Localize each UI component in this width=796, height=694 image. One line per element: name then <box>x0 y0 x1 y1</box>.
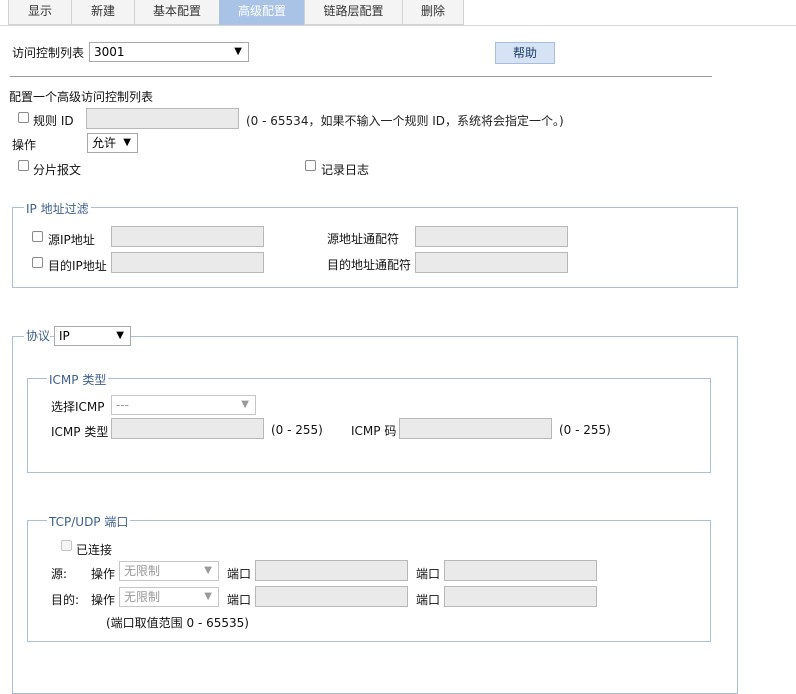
icmp-select-value: --- <box>116 398 129 412</box>
dst-ip-checkbox[interactable] <box>32 257 43 268</box>
icmp-select-label: 选择ICMP <box>51 400 105 414</box>
tab-advanced-config[interactable]: 高级配置 <box>219 0 305 25</box>
src-op-label: 操作 <box>91 567 116 581</box>
acl-select-value: 3001 <box>94 45 125 59</box>
tab-basic-config[interactable]: 基本配置 <box>134 0 220 25</box>
src-ip-checkbox[interactable] <box>32 231 43 242</box>
operation-select[interactable]: 允许 ▼ <box>87 133 138 153</box>
ip-filter-legend: IP 地址过滤 <box>24 200 91 217</box>
tcpudp-legend: TCP/UDP 端口 <box>47 513 131 530</box>
log-label: 记录日志 <box>321 163 370 177</box>
icmp-code-input[interactable] <box>399 418 552 439</box>
icmp-code-label: ICMP 码 <box>351 424 397 438</box>
dst-port1-input[interactable] <box>255 586 408 607</box>
triangle-down-icon: ▼ <box>123 137 131 148</box>
triangle-down-icon: ▼ <box>204 591 212 602</box>
acl-label: 访问控制列表 <box>12 46 85 60</box>
dst-ip-input[interactable] <box>111 252 264 273</box>
triangle-down-icon: ▼ <box>234 46 242 57</box>
divider <box>10 76 712 77</box>
protocol-legend: 协议 <box>24 327 51 344</box>
dst-port1-label: 端口 <box>227 593 252 607</box>
icmp-type-label: ICMP 类型 <box>51 425 109 439</box>
src-op-select-value: 无限制 <box>124 564 161 578</box>
protocol-label: 协议 <box>26 329 51 343</box>
acl-select[interactable]: 3001 ▼ <box>89 42 249 62</box>
src-port1-input[interactable] <box>255 560 408 581</box>
help-button[interactable]: 帮助 <box>495 42 555 64</box>
icmp-code-range: (0 - 255) <box>559 423 611 437</box>
dst-op-select-value: 无限制 <box>124 590 161 604</box>
dst-wildcard-label: 目的地址通配符 <box>327 258 412 272</box>
section-title: 配置一个高级访问控制列表 <box>9 90 154 104</box>
tab-bar: 显示 新建 基本配置 高级配置 链路层配置 删除 <box>0 0 796 26</box>
src-wildcard-input[interactable] <box>415 226 568 247</box>
icmp-select[interactable]: --- ▼ <box>111 395 256 415</box>
dst-ip-label: 目的IP地址 <box>48 259 107 273</box>
rule-id-label: 规则 ID <box>33 114 74 128</box>
operation-label: 操作 <box>12 138 37 152</box>
icmp-type-input[interactable] <box>111 418 264 439</box>
dst-port2-input[interactable] <box>444 586 597 607</box>
triangle-down-icon: ▼ <box>241 399 249 410</box>
fragment-label: 分片报文 <box>33 163 82 177</box>
tab-link-layer-config[interactable]: 链路层配置 <box>304 0 403 25</box>
tab-new[interactable]: 新建 <box>71 0 135 25</box>
tab-delete[interactable]: 删除 <box>402 0 464 25</box>
dst-port2-label: 端口 <box>416 593 441 607</box>
triangle-down-icon: ▼ <box>116 330 124 341</box>
dst-op-label: 操作 <box>91 593 116 607</box>
log-checkbox[interactable] <box>305 160 316 171</box>
rule-id-input[interactable] <box>86 108 239 129</box>
operation-select-value: 允许 <box>92 136 117 150</box>
dst-wildcard-input[interactable] <box>415 252 568 273</box>
ip-filter-fieldset <box>12 207 738 288</box>
dst-port-label: 目的: <box>51 593 80 607</box>
src-ip-label: 源IP地址 <box>48 233 95 247</box>
src-port2-label: 端口 <box>416 567 441 581</box>
port-range-hint: (端口取值范围 0 - 65535) <box>106 616 249 630</box>
icmp-type-range: (0 - 255) <box>271 423 323 437</box>
protocol-select-value: IP <box>59 329 70 343</box>
protocol-select[interactable]: IP ▼ <box>54 326 131 346</box>
rule-id-hint: (0 - 65534，如果不输入一个规则 ID，系统将会指定一个。) <box>246 114 564 128</box>
src-wildcard-label: 源地址通配符 <box>327 232 400 246</box>
fragment-checkbox[interactable] <box>18 160 29 171</box>
src-port1-label: 端口 <box>227 567 252 581</box>
rule-id-checkbox[interactable] <box>18 112 29 123</box>
established-label: 已连接 <box>76 543 113 557</box>
icmp-legend: ICMP 类型 <box>47 371 109 388</box>
src-ip-input[interactable] <box>111 226 264 247</box>
dst-op-select[interactable]: 无限制 ▼ <box>119 587 219 607</box>
src-op-select[interactable]: 无限制 ▼ <box>119 561 219 581</box>
triangle-down-icon: ▼ <box>204 565 212 576</box>
tab-display[interactable]: 显示 <box>8 0 72 25</box>
src-port-label: 源: <box>51 567 68 581</box>
src-port2-input[interactable] <box>444 560 597 581</box>
established-checkbox[interactable] <box>61 540 72 551</box>
